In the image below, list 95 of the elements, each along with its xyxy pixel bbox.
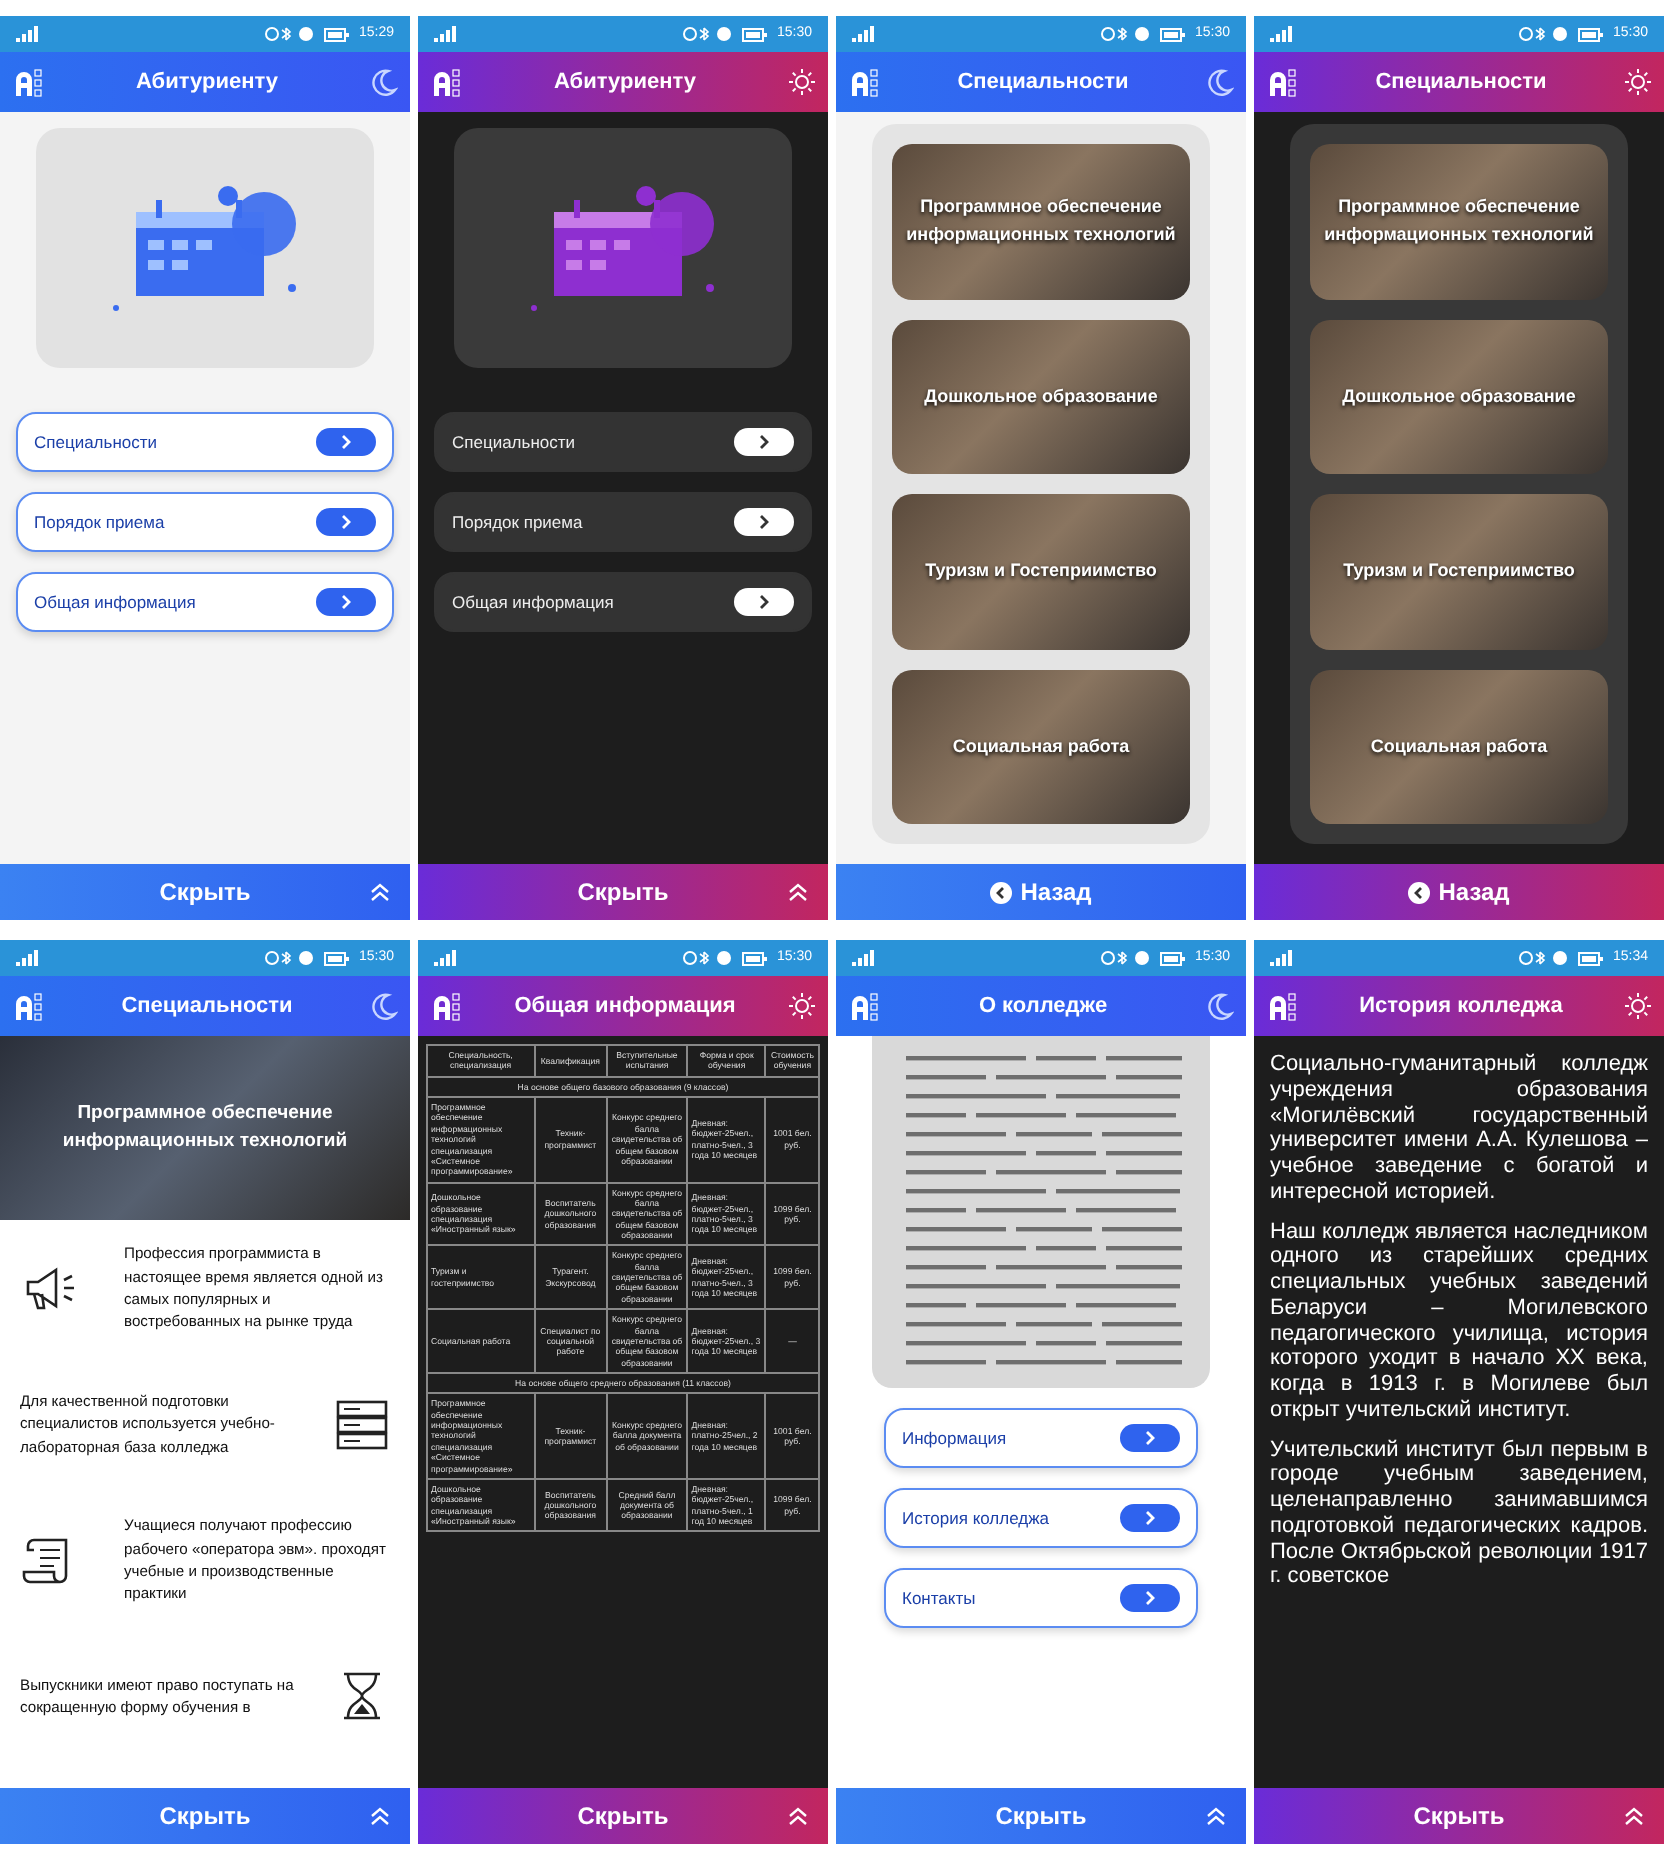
specialty-card[interactable]: Дошкольное образование — [892, 319, 1190, 474]
logo-icon — [12, 66, 44, 98]
status-icons — [264, 26, 317, 42]
hide-button[interactable]: Скрыть — [0, 864, 410, 920]
specialty-card[interactable]: Социальная работа — [892, 669, 1190, 824]
screen-title: История колледжа — [1359, 991, 1563, 1022]
chevron-up-icon — [370, 1806, 390, 1826]
logo-icon — [430, 66, 462, 98]
battery-icon — [742, 27, 769, 41]
screen-title: Специальности — [957, 67, 1129, 98]
sun-icon[interactable] — [787, 68, 816, 96]
status-icons — [1518, 950, 1571, 966]
chevron-icon — [316, 588, 376, 616]
specialty-card[interactable]: Программное обеспечение информационных технологий — [892, 144, 1190, 299]
battery-icon — [324, 27, 351, 41]
logo-icon — [1266, 66, 1298, 98]
paragraph: Социально-гуманитарный колледж учреждения образования «Могилёвский государственный университет имени А.А. Кулешова – учебное заведение с богатой и интересной историей. — [1270, 1052, 1648, 1205]
logo-icon — [848, 66, 880, 98]
chevron-icon — [316, 428, 376, 456]
screen-title: Абитуриенту — [135, 67, 278, 98]
logo-icon — [430, 990, 462, 1022]
screen-title: Специальности — [1375, 67, 1547, 98]
menu-item[interactable]: Порядок приема — [16, 492, 394, 552]
moon-icon[interactable] — [370, 992, 398, 1020]
server-icon — [334, 1396, 390, 1452]
sun-icon[interactable] — [788, 992, 816, 1020]
back-button[interactable]: Назад — [836, 864, 1246, 920]
paragraph: Учительский институт был первым в городе учебным заведением, целенаправленно занимавшимся подготовкой педагогических кадров. После Октябрьской революции 1917 г. советское — [1270, 1437, 1648, 1590]
status-icons — [1100, 26, 1153, 42]
signal-icon — [1270, 26, 1294, 42]
sun-icon[interactable] — [1623, 992, 1652, 1020]
specialty-card[interactable]: Программное обеспечение информационных технологий — [1310, 144, 1608, 299]
screen-title: Абитуриенту — [553, 67, 696, 98]
banner-title: Программное обеспечение информационных технологий — [60, 1099, 350, 1156]
chevron-up-icon — [788, 1806, 808, 1826]
battery-icon — [742, 951, 769, 965]
battery-icon — [1578, 27, 1605, 41]
status-icons — [1100, 950, 1153, 966]
menu-item[interactable]: Общая информация — [434, 572, 812, 632]
signal-icon — [16, 26, 40, 42]
chevron-up-icon — [788, 882, 808, 902]
hide-button[interactable]: Скрыть — [836, 1788, 1246, 1844]
signal-icon — [16, 950, 40, 966]
signal-icon — [434, 950, 458, 966]
chevron-up-icon — [1206, 1806, 1226, 1826]
menu-item[interactable]: Контакты — [884, 1568, 1198, 1628]
hide-button[interactable]: Скрыть — [1254, 1788, 1664, 1844]
specialty-card[interactable]: Дошкольное образование — [1310, 319, 1608, 474]
signal-icon — [1270, 950, 1294, 966]
chevron-icon — [734, 428, 794, 456]
logo-icon — [848, 990, 880, 1022]
back-button[interactable]: Назад — [1254, 864, 1664, 920]
chevron-icon — [1120, 1504, 1180, 1532]
chevron-up-icon — [370, 882, 390, 902]
status-icons — [1518, 26, 1571, 42]
status-icons — [682, 26, 735, 42]
logo-icon — [12, 990, 44, 1022]
hide-button[interactable]: Скрыть — [418, 864, 828, 920]
logo-icon — [1266, 990, 1298, 1022]
status-icons — [264, 950, 317, 966]
sun-icon[interactable] — [1624, 68, 1652, 96]
moon-icon[interactable] — [1206, 992, 1234, 1020]
screen-title: Общая информация — [514, 991, 736, 1022]
menu-item[interactable]: Специальности — [434, 412, 812, 472]
moon-icon[interactable] — [1206, 68, 1234, 96]
back-icon — [990, 881, 1013, 903]
screen-title: Специальности — [121, 991, 293, 1022]
battery-icon — [1578, 951, 1605, 965]
back-icon — [1408, 881, 1431, 903]
signal-icon — [852, 26, 876, 42]
chevron-icon — [1120, 1584, 1180, 1612]
menu-item[interactable]: История колледжа — [884, 1488, 1198, 1548]
menu-item[interactable]: Порядок приема — [434, 492, 812, 552]
signal-icon — [434, 26, 458, 42]
battery-icon — [324, 951, 351, 965]
specialty-card[interactable]: Туризм и Гостеприимство — [892, 494, 1190, 649]
hide-button[interactable]: Скрыть — [0, 1788, 410, 1844]
battery-icon — [1160, 951, 1187, 965]
signal-icon — [852, 950, 876, 966]
specialty-card[interactable]: Социальная работа — [1310, 669, 1608, 824]
menu-item[interactable]: Общая информация — [16, 572, 394, 632]
chevron-up-icon — [1624, 1806, 1644, 1826]
chevron-icon — [316, 508, 376, 536]
status-icons — [682, 950, 735, 966]
battery-icon — [1160, 27, 1187, 41]
specialty-card[interactable]: Туризм и Гостеприимство — [1310, 494, 1608, 649]
paragraph: Наш колледж является наследником одного из старейших средних специальных учебных заведений Беларуси – Могилевского педагогического училища, история которого уходит в начало XX века, когда в 1913 г. в Могилеве был открыт учительский институт. — [1270, 1219, 1648, 1423]
chevron-icon — [734, 588, 794, 616]
chevron-icon — [1120, 1424, 1180, 1452]
menu-item[interactable]: Информация — [884, 1408, 1198, 1468]
menu-item[interactable]: Специальности — [16, 412, 394, 472]
screen-title: О колледже — [978, 991, 1108, 1022]
hide-button[interactable]: Скрыть — [418, 1788, 828, 1844]
moon-icon[interactable] — [369, 68, 398, 96]
chevron-icon — [734, 508, 794, 536]
